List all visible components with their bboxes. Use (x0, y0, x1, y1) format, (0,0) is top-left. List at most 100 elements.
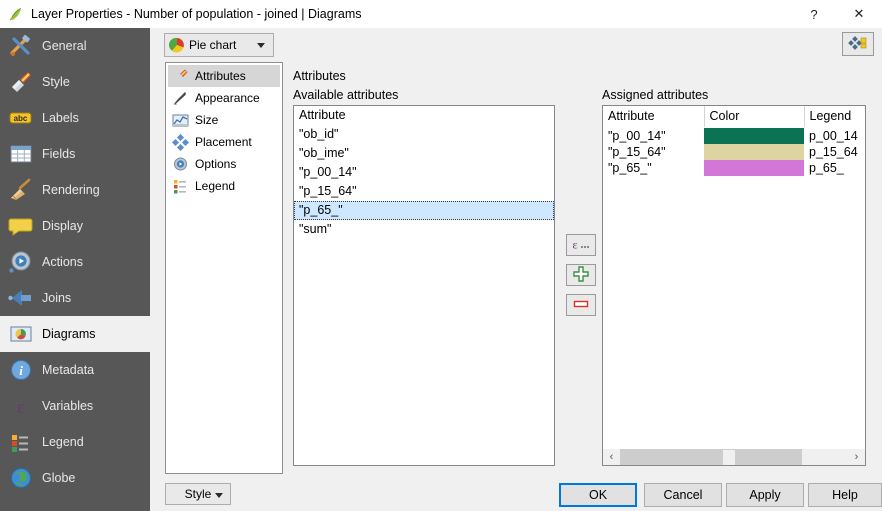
tab-attributes[interactable]: Attributes (168, 65, 280, 87)
cell-legend[interactable]: p_65_ (804, 160, 865, 176)
table-row[interactable]: "p_15_64" p_15_64 (603, 143, 865, 160)
ok-button[interactable]: OK (559, 483, 637, 507)
available-attributes-label: Available attributes (293, 88, 399, 102)
sidebar-item-label: Actions (42, 255, 83, 269)
diagram-chart-icon (8, 321, 34, 347)
add-button[interactable] (566, 264, 596, 286)
sidebar-item-label: General (42, 39, 87, 53)
scrollbar-groove[interactable] (620, 448, 848, 465)
sidebar-item-fields[interactable]: Fields (0, 136, 150, 172)
tab-label: Size (195, 113, 219, 127)
abc-label-icon: abc (8, 105, 34, 131)
color-swatch[interactable] (704, 127, 804, 144)
pie-chart-icon (168, 37, 185, 53)
speech-bubble-icon (8, 213, 34, 239)
sidebar-item-legend[interactable]: Legend (0, 424, 150, 460)
tab-label: Placement (195, 135, 252, 149)
color-swatch[interactable] (704, 143, 804, 160)
cell-attribute[interactable]: "p_65_" (603, 160, 704, 176)
info-circle-icon: i (8, 357, 34, 383)
scroll-right-icon[interactable]: › (848, 449, 865, 466)
tab-legend[interactable]: Legend (168, 175, 280, 197)
sidebar-item-general[interactable]: General (0, 28, 150, 64)
paintbrush-icon (8, 69, 34, 95)
style-button-label: Style (184, 487, 212, 501)
scroll-left-icon[interactable]: ‹ (603, 449, 620, 466)
list-item-selected[interactable]: "p_65_" (294, 201, 554, 220)
help-titlebar-button[interactable]: ? (792, 0, 836, 28)
broom-icon (8, 177, 34, 203)
column-header-color[interactable]: Color (704, 106, 805, 128)
legend-list-icon (172, 178, 189, 195)
epsilon-expression-icon: ε (570, 237, 592, 254)
layer-properties-dialog: Layer Properties - Number of population … (0, 0, 882, 511)
cell-color[interactable] (704, 159, 804, 176)
diagram-type-label: Pie chart (189, 38, 237, 52)
sidebar-item-joins[interactable]: Joins (0, 280, 150, 316)
list-item[interactable]: "ob_id" (294, 125, 554, 144)
tab-size[interactable]: Size (168, 109, 280, 131)
cell-color[interactable] (704, 127, 804, 144)
cell-attribute[interactable]: "p_00_14" (603, 127, 704, 144)
color-swatch[interactable] (704, 159, 804, 176)
sidebar-item-metadata[interactable]: i Metadata (0, 352, 150, 388)
expression-button[interactable]: ε (566, 234, 596, 256)
sidebar-item-label: Variables (42, 399, 94, 413)
svg-text:i: i (19, 363, 23, 378)
sidebar-item-display[interactable]: Display (0, 208, 150, 244)
scrollbar-track[interactable] (620, 448, 803, 465)
green-plus-icon (573, 265, 589, 285)
list-item[interactable]: "p_15_64" (294, 182, 554, 201)
scrollbar-thumb[interactable] (722, 449, 735, 465)
sidebar-item-label: Metadata (42, 363, 95, 377)
list-item[interactable]: "p_00_14" (294, 163, 554, 182)
list-item[interactable]: "ob_ime" (294, 144, 554, 163)
sidebar-item-diagrams[interactable]: Diagrams (0, 316, 150, 352)
cell-legend[interactable]: p_00_14 (804, 127, 865, 144)
sidebar-item-label: Legend (42, 435, 84, 449)
horizontal-scrollbar[interactable]: ‹ › (603, 448, 865, 465)
table-row[interactable]: "p_00_14" p_00_14 (603, 127, 865, 144)
placement-icon (171, 133, 190, 151)
assigned-attributes-table[interactable]: Attribute Color Legend "p_00_14" p_00_14 (602, 105, 866, 466)
sidebar-item-style[interactable]: Style (0, 64, 150, 100)
left-arrow-join-icon (8, 285, 34, 311)
sidebar-item-labels[interactable]: abc Labels (0, 100, 150, 136)
assigned-attributes-label: Assigned attributes (602, 88, 709, 102)
column-header-legend[interactable]: Legend (804, 106, 865, 128)
sidebar-item-globe[interactable]: Globe (0, 460, 150, 496)
chevron-down-icon (257, 43, 265, 48)
column-header-attribute[interactable]: Attribute (603, 106, 705, 128)
available-attributes-list[interactable]: Attribute "ob_id" "ob_ime" "p_00_14" "p_… (293, 105, 555, 466)
help-button[interactable]: Help (808, 483, 882, 507)
sidebar-item-variables[interactable]: ε Variables (0, 388, 150, 424)
available-column-header: Attribute (299, 108, 346, 122)
attribute-action-buttons: ε (566, 234, 596, 324)
sidebar-item-rendering[interactable]: Rendering (0, 172, 150, 208)
tab-options[interactable]: Options (168, 153, 280, 175)
content-area: Pie chart Attributes Appearance Size Pla… (150, 28, 882, 511)
sidebar-item-actions[interactable]: Actions (0, 244, 150, 280)
paintbrush-icon (172, 68, 189, 85)
apply-button[interactable]: Apply (726, 483, 804, 507)
remove-button[interactable] (566, 294, 596, 316)
data-defined-override-icon (848, 35, 868, 54)
sidebar-item-label: Diagrams (42, 327, 96, 341)
tab-label: Attributes (195, 69, 246, 83)
sidebar-item-label: Fields (42, 147, 76, 161)
data-defined-override-button[interactable] (842, 32, 874, 56)
tab-placement[interactable]: Placement (168, 131, 280, 153)
diagram-type-select[interactable]: Pie chart (164, 33, 274, 57)
diagram-settings-tabs: Attributes Appearance Size Placement Opt… (165, 62, 283, 474)
cell-legend[interactable]: p_15_64 (804, 144, 865, 160)
cell-attribute[interactable]: "p_15_64" (603, 144, 704, 160)
cell-color[interactable] (704, 143, 804, 160)
table-row[interactable]: "p_65_" p_65_ (603, 159, 865, 176)
close-icon[interactable]: ✕ (836, 0, 882, 28)
list-item[interactable]: "sum" (294, 220, 554, 239)
style-menu-button[interactable]: Style (165, 483, 231, 505)
tab-label: Appearance (195, 91, 260, 105)
chart-size-icon (172, 112, 189, 129)
cancel-button[interactable]: Cancel (644, 483, 722, 507)
tab-appearance[interactable]: Appearance (168, 87, 280, 109)
